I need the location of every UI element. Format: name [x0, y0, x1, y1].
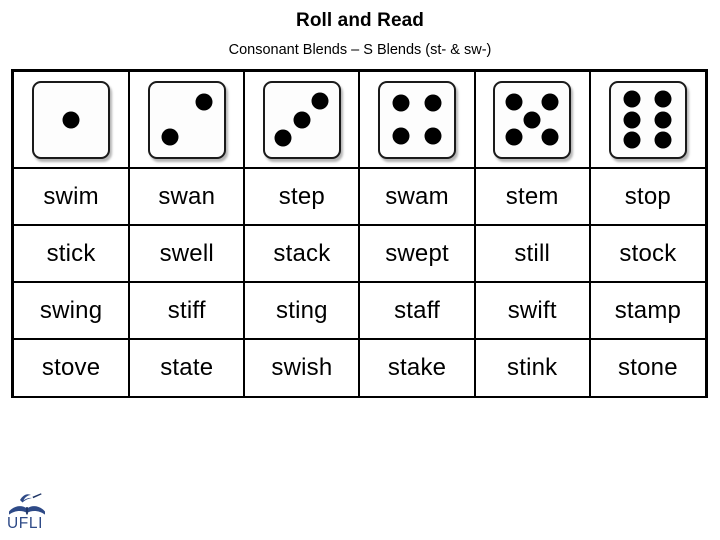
roll-and-read-table: swim swan step swam stem stop stick swel… — [11, 69, 708, 398]
word-cell: stove — [14, 339, 131, 396]
dice-cell-3 — [244, 72, 361, 169]
word-cell: swam — [359, 168, 476, 226]
dice-cell-6 — [589, 72, 705, 169]
die-pip — [623, 90, 641, 108]
word-row-3: swing stiff sting staff swift stamp — [14, 282, 705, 340]
die-5-wrap — [476, 72, 589, 167]
word-cell: staff — [359, 282, 476, 340]
die-pip — [392, 127, 410, 145]
die-4-wrap — [360, 72, 473, 167]
word-row-2: stick swell stack swept still stock — [14, 225, 705, 283]
die-pip — [623, 131, 641, 149]
word-cell: swish — [244, 339, 361, 396]
word-cell: stem — [474, 168, 591, 226]
die-pip — [654, 90, 672, 108]
die-pip — [195, 93, 213, 111]
dice-header-row — [14, 72, 705, 169]
word-cell: state — [129, 339, 246, 396]
word-cell: step — [244, 168, 361, 226]
dice-cell-5 — [474, 72, 591, 169]
word-cell: swift — [474, 282, 591, 340]
ufli-logo: UFLI — [6, 492, 66, 534]
dice-cell-1 — [14, 72, 131, 169]
dice-cell-2 — [129, 72, 246, 169]
die-pip — [161, 128, 179, 146]
die-6 — [608, 80, 687, 159]
word-cell: stone — [589, 339, 705, 396]
worksheet-page: Roll and Read Consonant Blends – S Blend… — [0, 0, 720, 540]
die-pip — [424, 127, 442, 145]
word-cell: stiff — [129, 282, 246, 340]
die-pip — [654, 131, 672, 149]
word-row-1: swim swan step swam stem stop — [14, 168, 705, 226]
die-pip — [62, 111, 80, 128]
die-pip — [541, 93, 559, 111]
word-cell: swept — [359, 225, 476, 283]
die-6-wrap — [591, 72, 705, 167]
page-subtitle: Consonant Blends – S Blends (st- & sw-) — [228, 42, 492, 58]
die-pip — [541, 128, 559, 146]
die-pip — [505, 93, 523, 111]
die-3 — [262, 80, 341, 159]
die-1 — [32, 80, 111, 159]
die-pip — [654, 111, 672, 128]
dice-cell-4 — [359, 72, 476, 169]
word-cell: still — [474, 225, 591, 283]
table-body: swim swan step swam stem stop stick swel… — [14, 72, 705, 396]
die-pip — [424, 94, 442, 112]
die-2-wrap — [130, 72, 243, 167]
word-row-4: stove state swish stake stink stone — [14, 339, 705, 396]
die-pip — [505, 128, 523, 146]
die-pip — [623, 111, 641, 128]
word-cell: stick — [14, 225, 131, 283]
die-pip — [311, 92, 329, 110]
die-3-wrap — [245, 72, 358, 167]
die-pip — [274, 129, 292, 147]
word-cell: stock — [589, 225, 705, 283]
word-cell: sting — [244, 282, 361, 340]
die-2 — [147, 80, 226, 159]
word-cell: swim — [14, 168, 131, 226]
die-pip — [293, 111, 311, 128]
word-cell: stop — [589, 168, 705, 226]
page-title: Roll and Read — [296, 10, 424, 31]
die-4 — [378, 80, 457, 159]
die-5 — [493, 80, 572, 159]
word-cell: stake — [359, 339, 476, 396]
die-pip — [392, 94, 410, 112]
die-1-wrap — [14, 72, 128, 167]
word-cell: swell — [129, 225, 246, 283]
die-pip — [523, 111, 541, 128]
ufli-logo-text: UFLI — [7, 515, 43, 532]
word-cell: stack — [244, 225, 361, 283]
word-cell: swing — [14, 282, 131, 340]
word-cell: stamp — [589, 282, 705, 340]
word-cell: swan — [129, 168, 246, 226]
word-cell: stink — [474, 339, 591, 396]
